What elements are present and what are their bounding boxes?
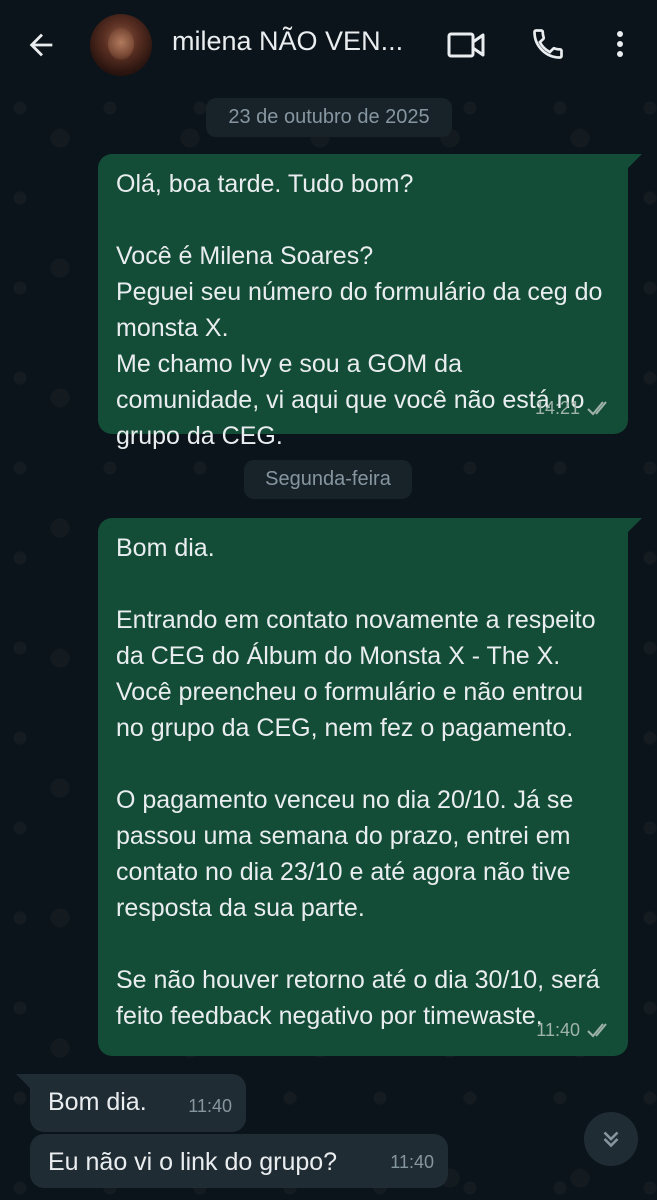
message-time: 11:40 (536, 1020, 580, 1040)
scroll-to-bottom-button[interactable] (584, 1112, 638, 1166)
read-ticks-icon (587, 1023, 607, 1038)
bubble-tail (628, 518, 642, 532)
message-time: 11:40 (188, 1096, 232, 1116)
message-time: 14:21 (534, 398, 580, 418)
message-meta: 11:40 (536, 1012, 614, 1048)
chat-area[interactable]: 23 de outubro de 2025 Olá, boa tarde. Tu… (0, 88, 657, 1200)
video-call-icon[interactable] (446, 28, 486, 62)
avatar-face (108, 28, 134, 60)
outgoing-message[interactable]: Bom dia. Entrando em contato novamente a… (98, 518, 628, 1056)
avatar[interactable] (90, 14, 152, 76)
outgoing-message[interactable]: Olá, boa tarde. Tudo bom? Você é Milena … (98, 154, 628, 450)
message-time: 11:40 (390, 1152, 434, 1172)
double-chevron-down-icon (603, 1131, 619, 1148)
message-text: Bom dia. Entrando em contato novamente a… (116, 534, 600, 1030)
read-ticks-icon (587, 401, 607, 416)
chat-header: milena NÃO VEN... (0, 0, 657, 88)
bubble-tail (628, 154, 642, 168)
message-text: Eu não vi o link do grupo? (48, 1148, 338, 1176)
incoming-message[interactable]: Eu não vi o link do grupo? 11:40 (30, 1134, 448, 1188)
date-chip: 23 de outubro de 2025 (206, 98, 452, 137)
back-arrow-icon[interactable] (24, 28, 58, 62)
bubble-tail (16, 1074, 30, 1088)
date-chip: Segunda-feira (244, 460, 412, 499)
contact-name[interactable]: milena NÃO VEN... (172, 26, 422, 57)
phone-icon[interactable] (530, 26, 566, 62)
incoming-message[interactable]: Bom dia. 11:40 (30, 1074, 246, 1132)
more-options-icon[interactable] (608, 26, 632, 62)
message-meta: 14:21 (535, 390, 614, 426)
